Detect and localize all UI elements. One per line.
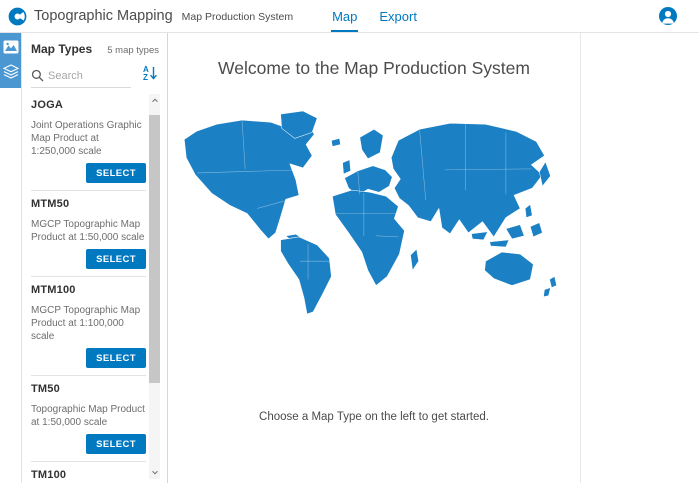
welcome-title: Welcome to the Map Production System xyxy=(168,58,580,79)
layers-tool-button[interactable] xyxy=(2,63,20,80)
map-type-list: JOGA Joint Operations Graphic Map Produc… xyxy=(22,92,167,483)
map-tool-button[interactable] xyxy=(2,38,20,55)
search-icon xyxy=(31,69,44,82)
scroll-down-arrow-icon[interactable] xyxy=(149,467,160,479)
sidebar-scrollbar[interactable] xyxy=(149,94,160,479)
globe-logo-icon xyxy=(8,7,27,26)
map-type-name: JOGA xyxy=(31,99,146,111)
account-icon[interactable] xyxy=(659,7,677,25)
list-item-joga: JOGA Joint Operations Graphic Map Produc… xyxy=(31,92,146,191)
app-body: Map Types 5 map types A Z xyxy=(0,33,699,483)
map-type-name: TM50 xyxy=(31,383,146,395)
map-types-header: Map Types 5 map types xyxy=(22,33,167,59)
map-icon xyxy=(3,40,19,54)
map-type-name: MTM100 xyxy=(31,284,146,296)
tool-strip xyxy=(0,33,22,483)
search-box[interactable] xyxy=(31,69,131,88)
main-panel: Welcome to the Map Production System xyxy=(168,33,581,483)
right-empty-area xyxy=(581,33,699,483)
app-header: Topographic Mapping Map Production Syste… xyxy=(0,0,699,33)
map-types-count: 5 map types xyxy=(107,45,159,56)
map-type-description: MGCP Topographic Map Product at 1:100,00… xyxy=(31,304,146,343)
search-input[interactable] xyxy=(48,70,128,82)
select-button-mtm50[interactable]: SELECT xyxy=(86,249,146,269)
select-button-joga[interactable]: SELECT xyxy=(86,163,146,183)
map-type-description: MGCP Topographic Map Product at 1:50,000… xyxy=(31,218,146,244)
tool-strip-group xyxy=(0,33,21,88)
map-type-name: MTM50 xyxy=(31,198,146,210)
sort-az-icon: A Z xyxy=(142,64,158,81)
map-type-name: TM100 xyxy=(31,469,146,481)
list-item-mtm100: MTM100 MGCP Topographic Map Product at 1… xyxy=(31,277,146,376)
svg-text:Z: Z xyxy=(143,73,148,81)
layers-icon xyxy=(3,64,19,79)
nav-tab-map[interactable]: Map xyxy=(331,2,358,32)
map-type-description: Topographic Map Product at 1:50,000 scal… xyxy=(31,403,146,429)
select-button-mtm100[interactable]: SELECT xyxy=(86,348,146,368)
world-map-image xyxy=(178,109,570,317)
map-types-panel: Map Types 5 map types A Z xyxy=(22,33,168,483)
list-item-tm50: TM50 Topographic Map Product at 1:50,000… xyxy=(31,376,146,462)
list-item-mtm50: MTM50 MGCP Topographic Map Product at 1:… xyxy=(31,191,146,277)
list-item-tm100: TM100 xyxy=(31,462,146,483)
search-row: A Z xyxy=(22,59,167,88)
world-map xyxy=(178,109,570,317)
map-type-description: Joint Operations Graphic Map Product at … xyxy=(31,119,146,158)
panel-title: Map Types xyxy=(31,42,92,56)
scroll-up-arrow-icon[interactable] xyxy=(149,94,160,106)
sort-az-button[interactable]: A Z xyxy=(142,64,158,88)
scrollbar-thumb[interactable] xyxy=(149,115,160,383)
select-button-tm50[interactable]: SELECT xyxy=(86,434,146,454)
top-nav: Map Export xyxy=(168,0,581,32)
helper-text: Choose a Map Type on the left to get sta… xyxy=(168,411,580,423)
app-title: Topographic Mapping xyxy=(34,8,173,24)
nav-tab-export[interactable]: Export xyxy=(378,2,418,32)
